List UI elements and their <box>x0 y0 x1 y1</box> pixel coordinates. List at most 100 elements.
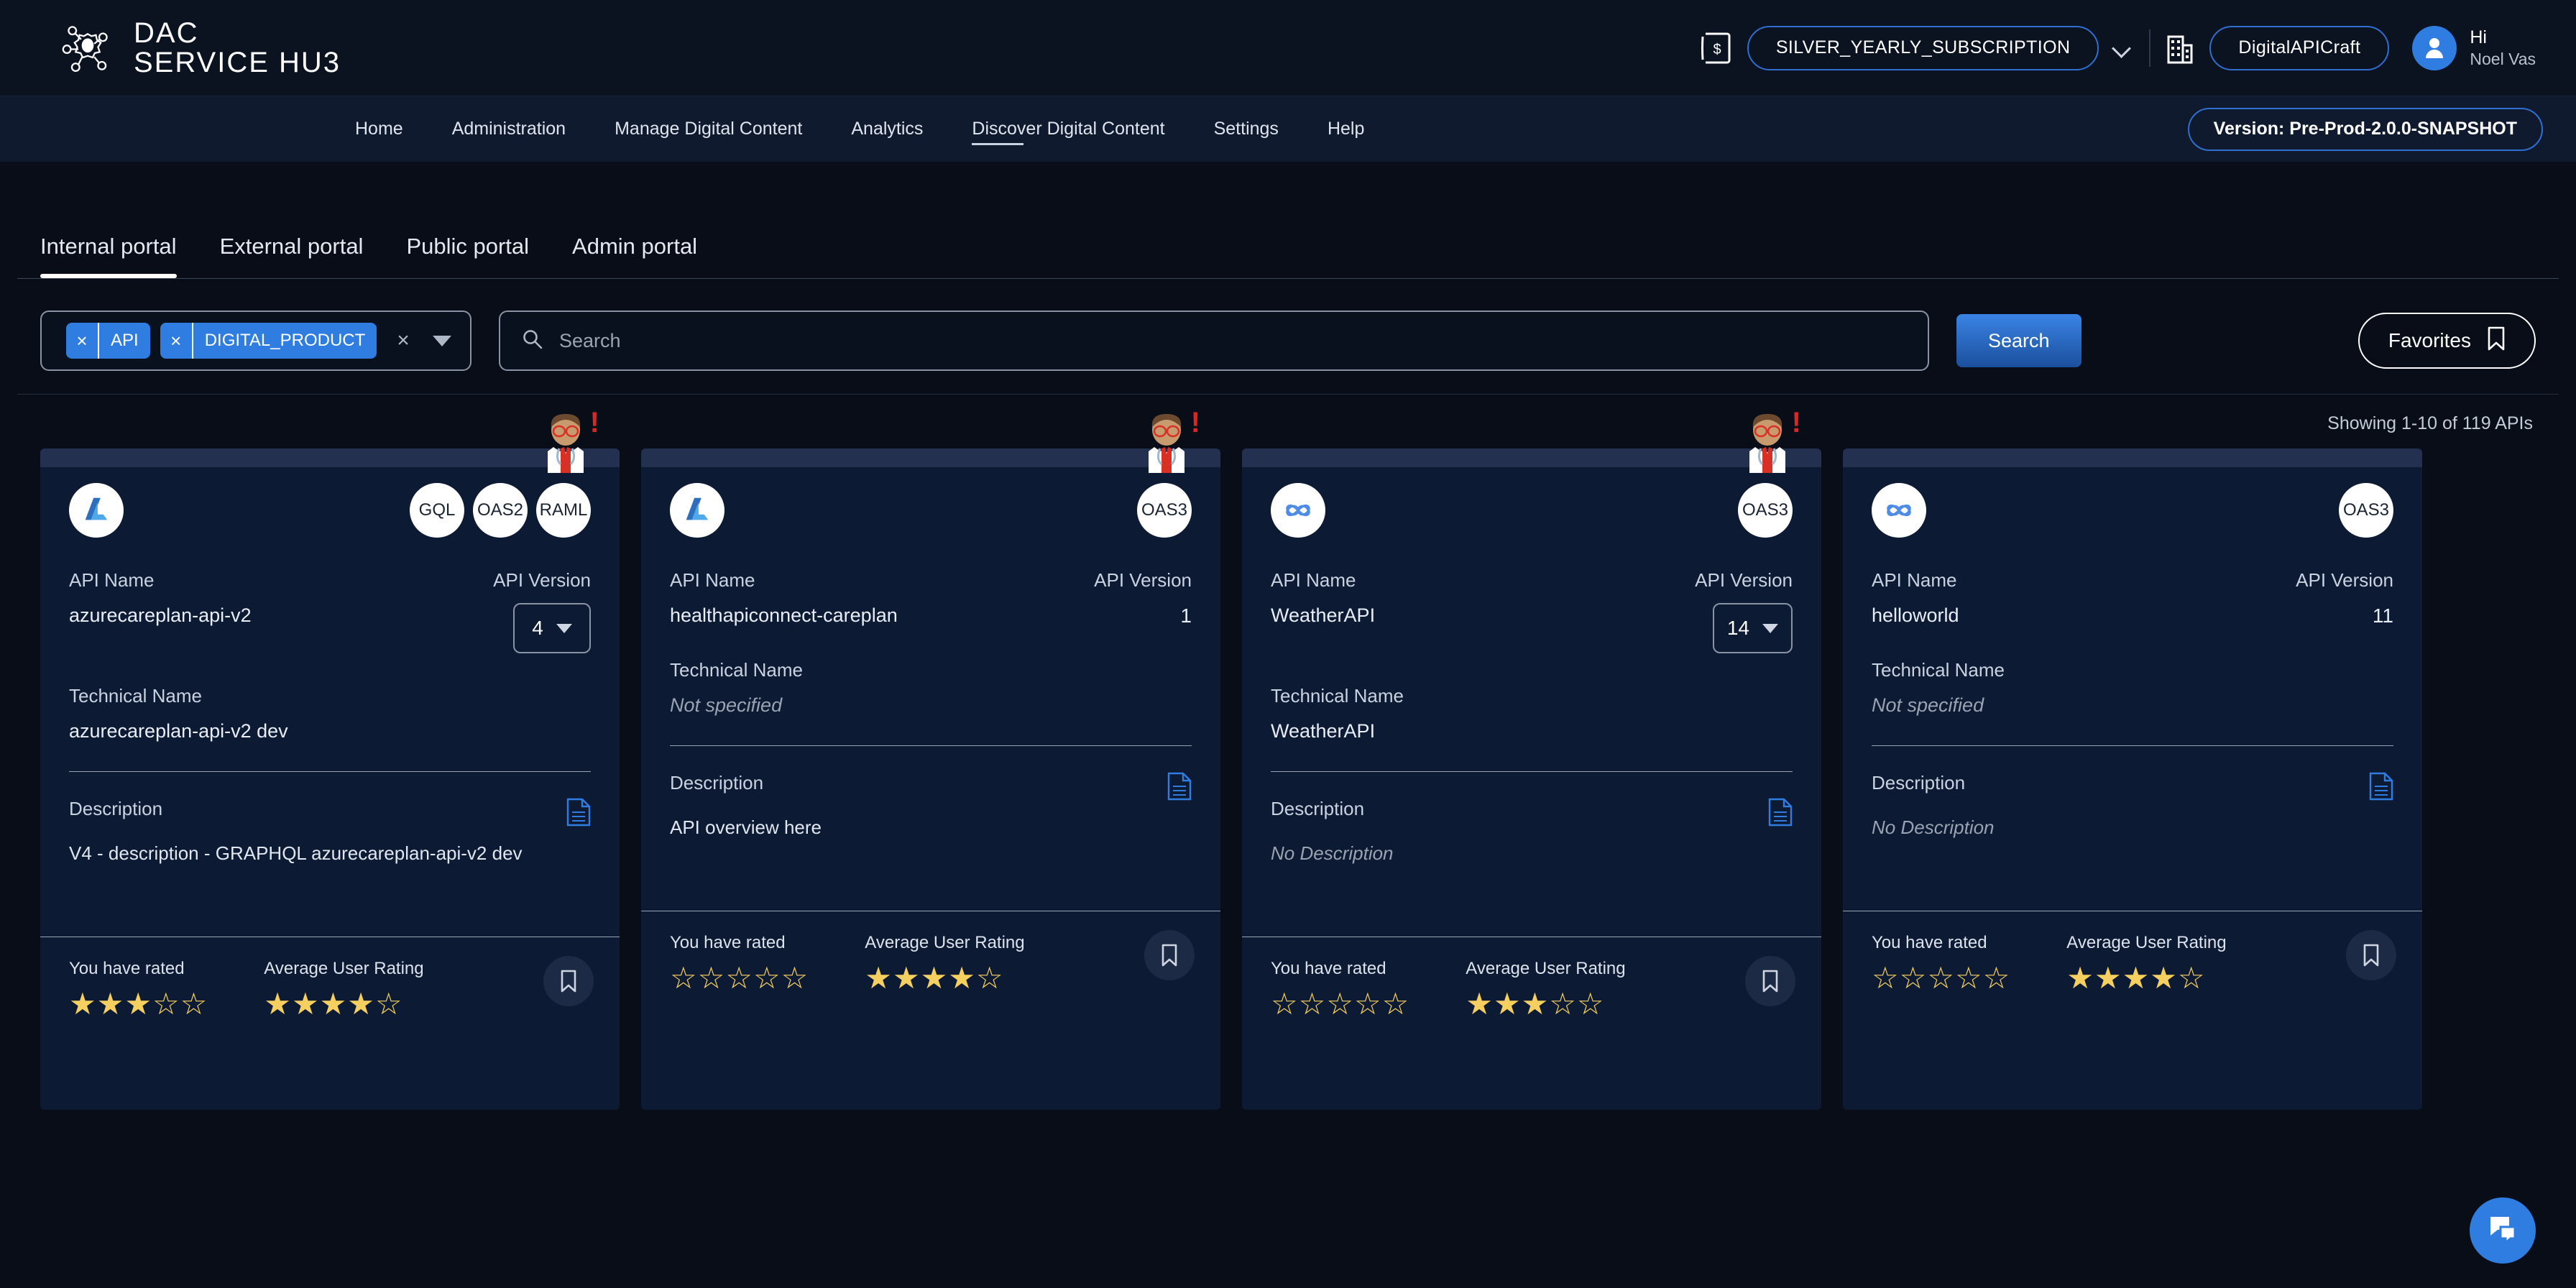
tab-external-portal[interactable]: External portal <box>198 234 385 278</box>
bookmark-button[interactable] <box>1745 956 1795 1006</box>
owner-avatar-icon <box>1745 411 1790 473</box>
user-menu[interactable]: Hi Noel Vas <box>2412 25 2536 70</box>
search-button[interactable]: Search <box>1956 314 2082 367</box>
description-header: Description <box>641 746 1220 801</box>
average-rating-block: Average User Rating ★★★☆☆ <box>1466 959 1625 1019</box>
avatar[interactable] <box>2412 25 2457 70</box>
filter-chips-select[interactable]: × API × DIGITAL_PRODUCT × <box>40 310 472 371</box>
chevron-down-icon[interactable] <box>432 335 451 346</box>
user-rating-stars[interactable]: ☆☆☆☆☆ <box>1271 989 1409 1019</box>
header-divider <box>2149 29 2151 67</box>
average-rating-label: Average User Rating <box>264 959 424 978</box>
api-name-row: API Name healthapiconnect-careplan API V… <box>670 569 1192 627</box>
api-card[interactable]: ! GQL OAS2 RAML API Name azurecareplan-a… <box>40 408 620 1110</box>
user-rating-stars[interactable]: ☆☆☆☆☆ <box>670 963 809 993</box>
nav-label: Help <box>1327 119 1365 139</box>
azure-logo-icon <box>69 483 124 538</box>
chevron-down-icon[interactable] <box>2112 37 2133 59</box>
api-version-select[interactable]: 14 <box>1712 603 1793 653</box>
document-icon[interactable] <box>566 798 591 827</box>
document-icon[interactable] <box>2369 772 2393 801</box>
technical-name-row: Technical Name Not specified <box>670 659 1192 717</box>
technical-name-value: Not specified <box>670 694 783 716</box>
card-top-strip <box>641 448 1220 467</box>
brand-logo[interactable]: DAC SERVICE HU3 <box>60 18 341 78</box>
nav-item-home[interactable]: Home <box>331 96 428 162</box>
card-footer: You have rated ★★★☆☆ Average User Rating… <box>40 937 620 1048</box>
nav-item-manage-digital-content[interactable]: Manage Digital Content <box>590 96 827 162</box>
card-header: OAS3 <box>1242 467 1821 538</box>
atom-logo-icon <box>1872 483 1926 538</box>
chat-support-button[interactable] <box>2470 1197 2536 1264</box>
organization-selector[interactable]: DigitalAPICraft <box>2209 25 2390 70</box>
document-icon[interactable] <box>1768 798 1793 827</box>
api-name-value: healthapiconnect-careplan <box>670 604 898 626</box>
search-input[interactable] <box>559 329 1906 352</box>
spec-badge: OAS3 <box>2339 483 2393 538</box>
subscription-label: SILVER_YEARLY_SUBSCRIPTION <box>1775 37 2071 58</box>
average-rating-stars: ★★★☆☆ <box>1466 987 1605 1021</box>
card-header: GQL OAS2 RAML <box>40 467 620 538</box>
alert-exclamation-icon: ! <box>1190 407 1200 438</box>
api-card[interactable]: ! OAS3 API Name healthapiconnect-carepla… <box>641 408 1220 1110</box>
user-rating-stars[interactable]: ☆☆☆☆☆ <box>1872 963 2010 993</box>
technical-name-value: azurecareplan-api-v2 dev <box>69 720 288 742</box>
average-rating-stars: ★★★★☆ <box>2066 961 2206 995</box>
user-rating-block: You have rated ☆☆☆☆☆ <box>1271 959 1409 1019</box>
api-version-value: 4 <box>532 617 543 639</box>
tab-internal-portal[interactable]: Internal portal <box>40 234 198 278</box>
tab-public-portal[interactable]: Public portal <box>385 234 551 278</box>
alert-exclamation-icon: ! <box>589 407 599 438</box>
bookmark-button[interactable] <box>543 956 594 1006</box>
filter-chip-digital-product[interactable]: × DIGITAL_PRODUCT <box>160 323 377 359</box>
clear-filters-icon[interactable]: × <box>397 328 410 353</box>
nav-item-settings[interactable]: Settings <box>1190 96 1303 162</box>
api-card-grid: ! GQL OAS2 RAML API Name azurecareplan-a… <box>0 408 2576 1110</box>
nav-label: Discover Digital Content <box>972 119 1165 139</box>
chevron-down-icon <box>1762 623 1778 633</box>
api-name-value: helloworld <box>1872 604 1959 626</box>
description-header: Description <box>40 772 620 827</box>
svg-text:$: $ <box>1713 42 1721 58</box>
bookmark-button[interactable] <box>1144 930 1195 980</box>
main-navigation: Home Administration Manage Digital Conte… <box>0 96 2576 162</box>
search-field-wrapper[interactable] <box>499 310 1929 371</box>
api-name-label: API Name <box>1271 569 1356 591</box>
technical-name-row: Technical Name WeatherAPI <box>1271 685 1793 742</box>
chip-label: API <box>111 331 139 350</box>
nav-label: Settings <box>1213 119 1279 139</box>
remove-chip-icon[interactable]: × <box>66 323 99 359</box>
atom-logo-icon <box>1271 483 1325 538</box>
nav-item-administration[interactable]: Administration <box>428 96 590 162</box>
user-rating-stars[interactable]: ★★★☆☆ <box>69 989 208 1019</box>
bookmark-button[interactable] <box>2346 930 2396 980</box>
technical-name-label: Technical Name <box>1872 659 2005 681</box>
api-version-label: API Version <box>493 569 591 591</box>
nav-item-discover-digital-content[interactable]: Discover Digital Content <box>947 96 1189 162</box>
spec-badge: OAS2 <box>473 483 528 538</box>
description-value: V4 - description - GRAPHQL azurecareplan… <box>69 842 523 864</box>
technical-name-row: Technical Name azurecareplan-api-v2 dev <box>69 685 591 742</box>
subscription-selector[interactable]: SILVER_YEARLY_SUBSCRIPTION <box>1747 25 2099 70</box>
spec-badge-list: OAS3 <box>1738 483 1793 538</box>
remove-chip-icon[interactable]: × <box>160 323 193 359</box>
top-header: DAC SERVICE HU3 $ SILVER_YEARLY_SUBSCRIP… <box>0 0 2576 96</box>
api-card[interactable]: OAS3 API Name helloworld API Version 11 … <box>1843 448 2422 1110</box>
api-version-select[interactable]: 4 <box>513 603 591 653</box>
description-value: API overview here <box>670 816 822 838</box>
spec-badge: GQL <box>410 483 464 538</box>
api-version-label: API Version <box>1695 569 1793 591</box>
nav-item-analytics[interactable]: Analytics <box>827 96 947 162</box>
chat-bubble-icon <box>2486 1213 2519 1249</box>
card-footer: You have rated ☆☆☆☆☆ Average User Rating… <box>641 911 1220 1022</box>
api-card[interactable]: ! OAS3 API Name WeatherAPI API Version 1… <box>1242 408 1821 1110</box>
nav-item-help[interactable]: Help <box>1303 96 1389 162</box>
favorites-button[interactable]: Favorites <box>2358 313 2536 369</box>
tab-admin-portal[interactable]: Admin portal <box>551 234 719 278</box>
api-name-label: API Name <box>69 569 155 591</box>
chip-label: DIGITAL_PRODUCT <box>204 331 366 350</box>
technical-name-label: Technical Name <box>670 659 803 681</box>
document-icon[interactable] <box>1167 772 1192 801</box>
nav-label: Home <box>355 119 403 139</box>
filter-chip-api[interactable]: × API <box>66 323 150 359</box>
